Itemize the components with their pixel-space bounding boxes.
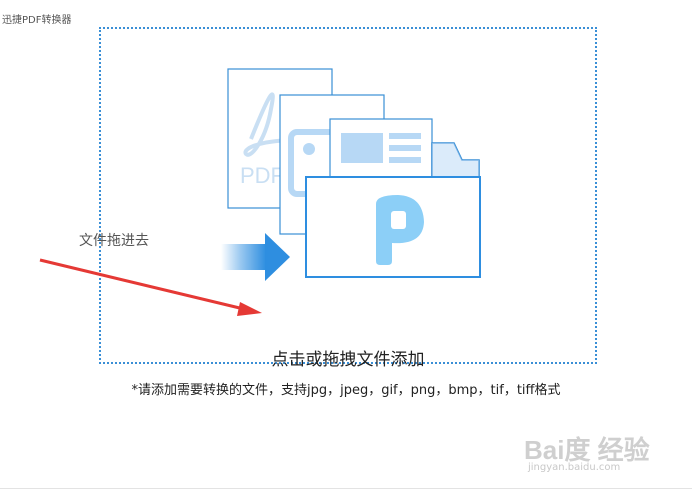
supported-formats-note: *请添加需要转换的文件，支持jpg，jpeg，gif，png，bmp，tif，t… [131,383,561,398]
red-annotation-arrow-icon [39,258,262,316]
baidu-jingyan-watermark: Bai度 经验 jingyan.baidu.com [524,430,674,476]
watermark-url: jingyan.baidu.com [528,462,621,473]
bottom-divider [0,488,692,489]
